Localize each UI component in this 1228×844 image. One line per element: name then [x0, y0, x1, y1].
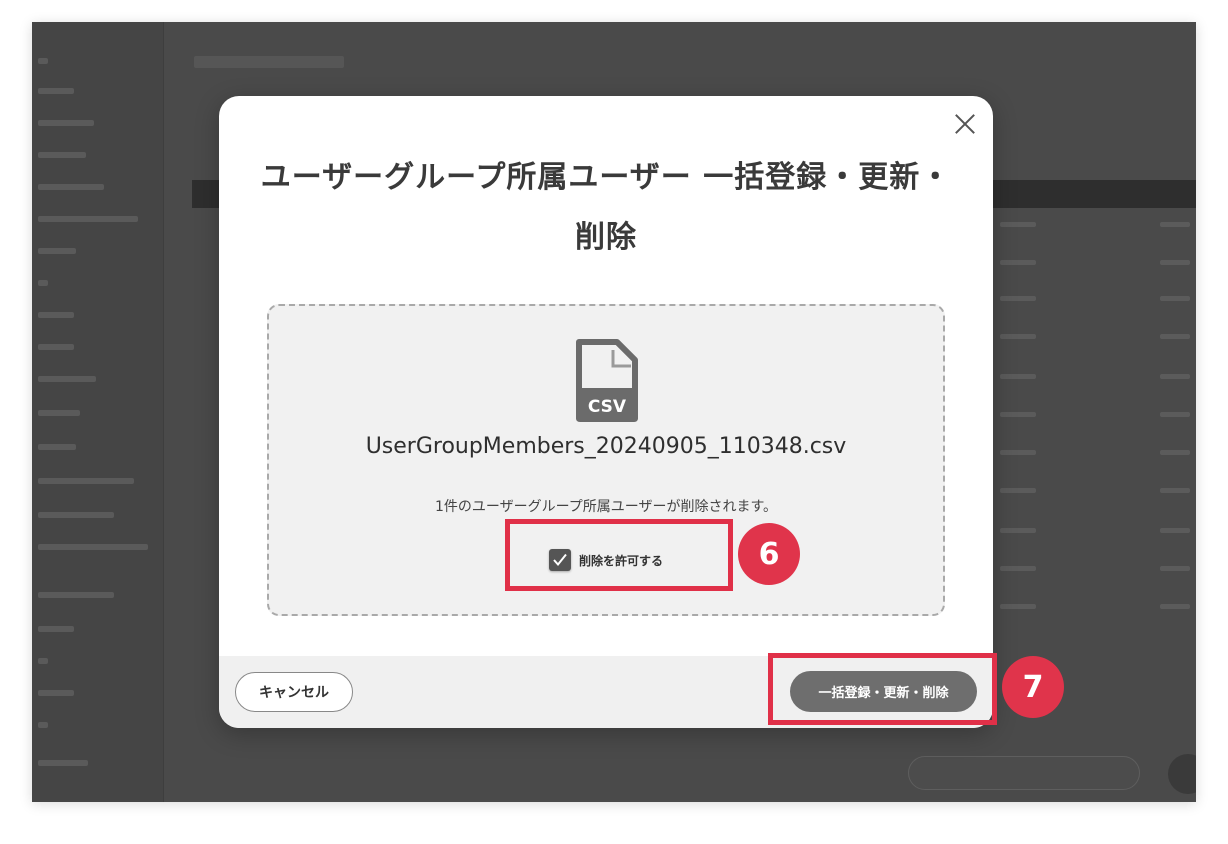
step-7-badge: 7: [1002, 656, 1064, 718]
background-sidebar: [32, 22, 164, 802]
csv-icon-label: CSV: [588, 397, 627, 417]
file-name: UserGroupMembers_20240905_110348.csv: [365, 434, 847, 459]
step-7-highlight: [768, 653, 997, 725]
cancel-button[interactable]: キャンセル: [235, 672, 353, 712]
modal-title: ユーザーグループ所属ユーザー 一括登録・更新・削除: [260, 160, 952, 255]
background-add-button: [908, 756, 1140, 790]
close-icon[interactable]: [951, 110, 979, 138]
csv-file-icon: CSV: [576, 339, 638, 422]
step-6-highlight: [505, 519, 733, 591]
step-6-badge: 6: [738, 523, 800, 585]
background-page-title: [194, 56, 344, 68]
delete-count-message: 1件のユーザーグループ所属ユーザーが削除されます。: [434, 499, 778, 515]
background-fab: [1168, 754, 1196, 794]
bulk-update-modal: ユーザーグループ所属ユーザー 一括登録・更新・削除 CSV UserGroupM…: [219, 96, 993, 728]
